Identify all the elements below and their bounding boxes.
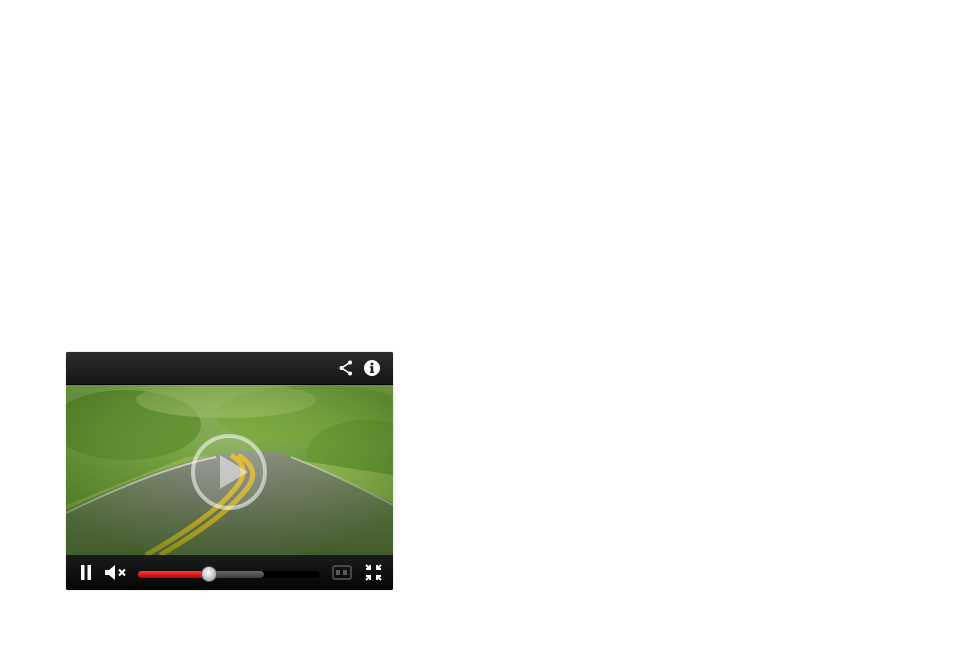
share-icon[interactable] (337, 359, 355, 377)
pause-icon[interactable] (78, 564, 94, 581)
video-player (66, 352, 393, 590)
played-bar (138, 571, 209, 578)
fullscreen-icon[interactable] (365, 564, 382, 581)
subtitles-icon[interactable] (332, 565, 352, 580)
video-frame[interactable] (66, 385, 393, 555)
player-top-bar (66, 352, 393, 385)
control-bar (66, 555, 393, 590)
seek-handle[interactable] (201, 566, 217, 582)
progress-track[interactable] (138, 566, 320, 582)
play-icon[interactable] (190, 433, 268, 511)
volume-muted-icon[interactable] (104, 564, 130, 581)
info-icon[interactable] (363, 359, 381, 377)
